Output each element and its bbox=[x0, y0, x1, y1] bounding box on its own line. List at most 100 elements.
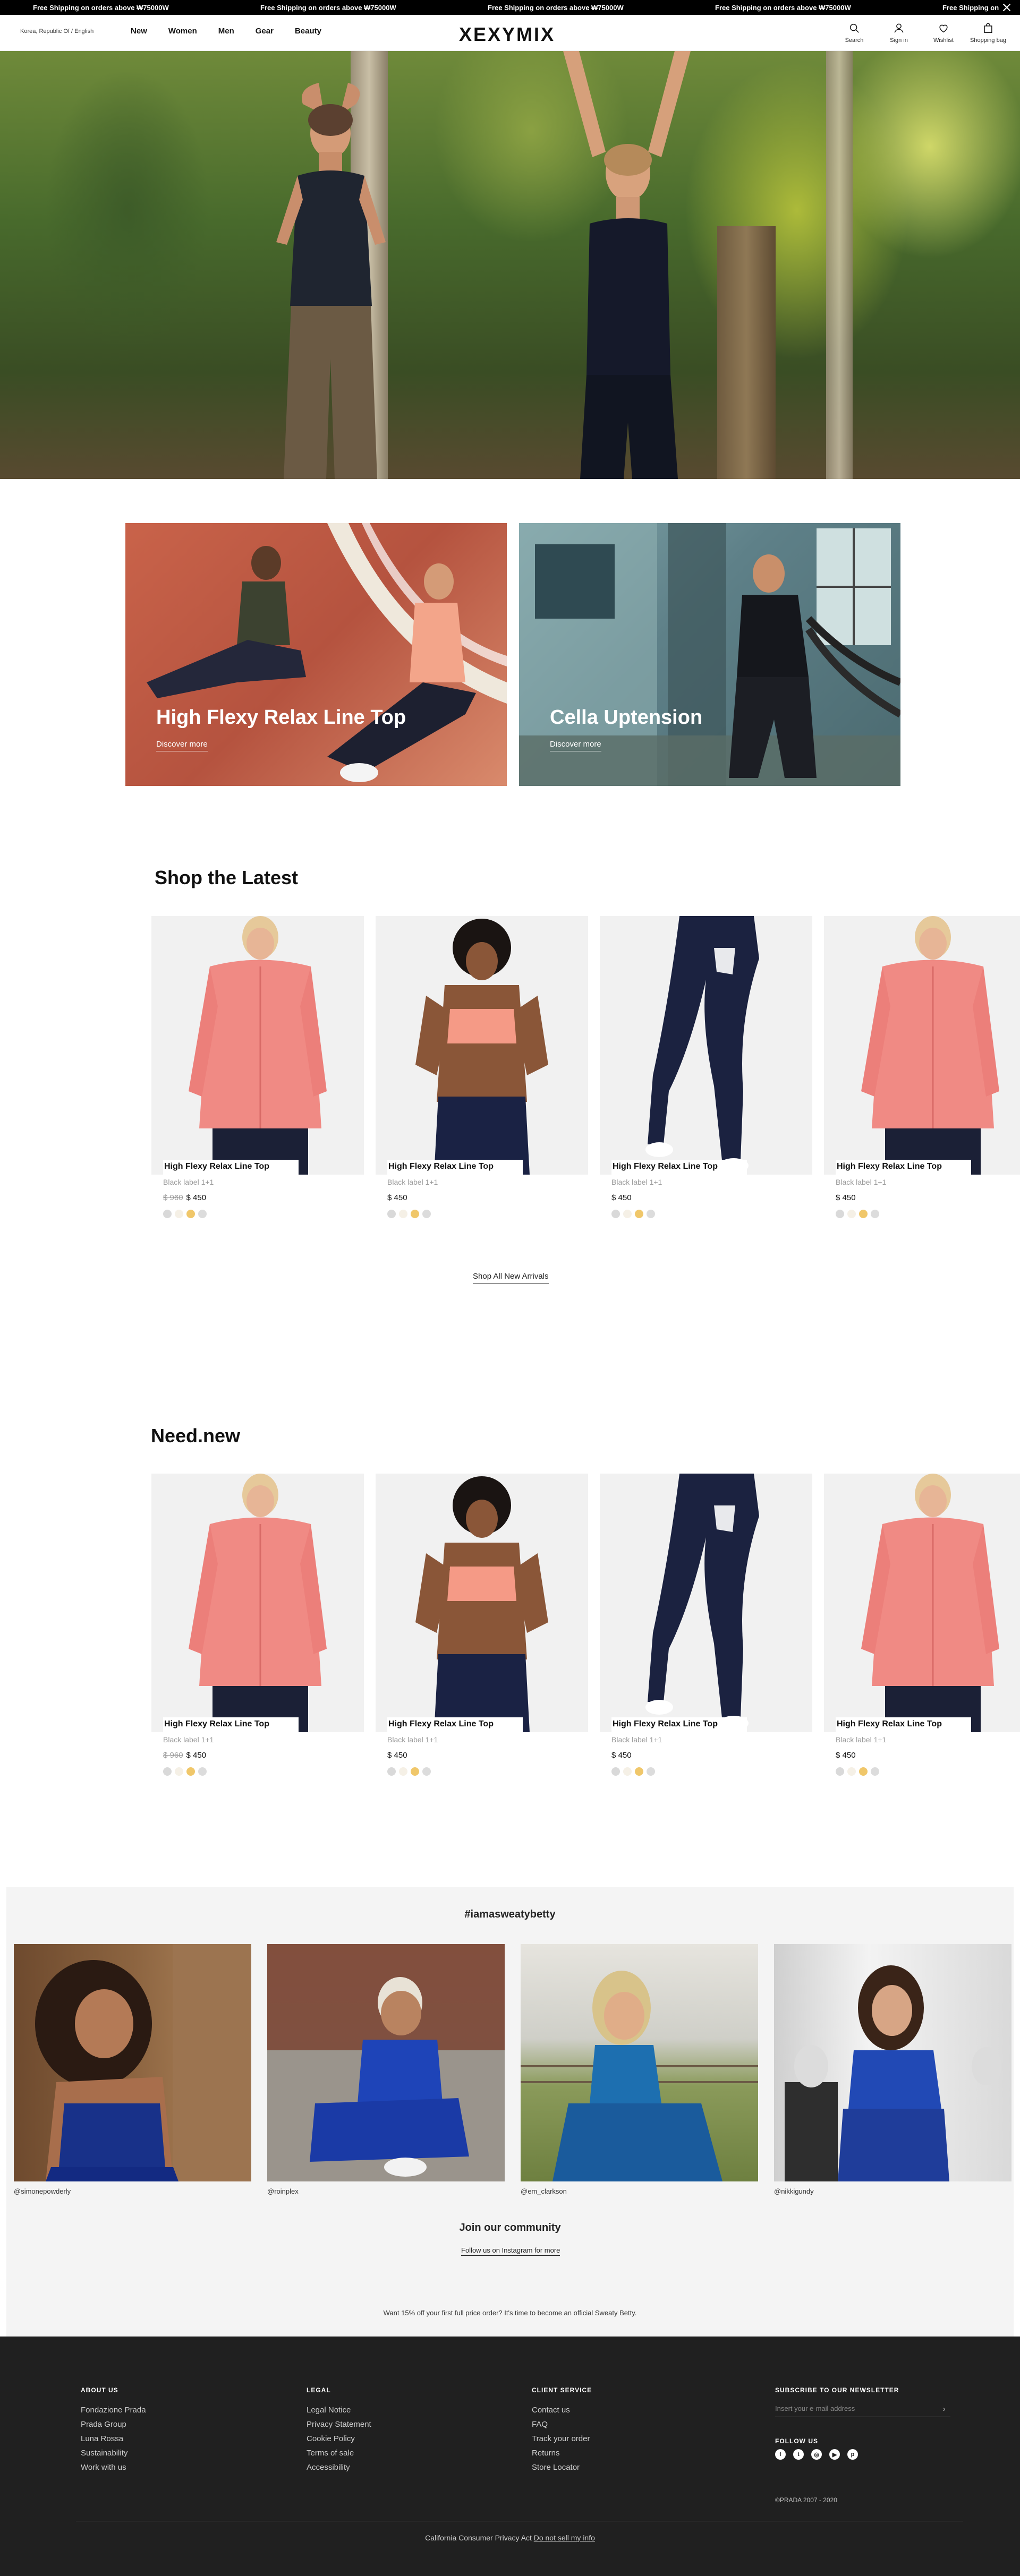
color-swatch[interactable] bbox=[836, 1767, 844, 1776]
product-card[interactable]: High Flexy Relax Line Top Black label 1+1… bbox=[151, 1474, 364, 1792]
instagram-handle[interactable]: @em_clarkson bbox=[521, 2187, 567, 2195]
color-swatch[interactable] bbox=[871, 1210, 879, 1218]
product-image[interactable] bbox=[600, 1474, 812, 1732]
close-icon[interactable] bbox=[1001, 2, 1013, 13]
product-image[interactable] bbox=[151, 1474, 364, 1732]
discover-more-link[interactable]: Discover more bbox=[156, 740, 208, 751]
footer-link[interactable]: Terms of sale bbox=[307, 2449, 371, 2458]
shop-all-new-arrivals-link[interactable]: Shop All New Arrivals bbox=[473, 1272, 549, 1283]
color-swatch[interactable] bbox=[611, 1210, 620, 1218]
product-image[interactable] bbox=[600, 916, 812, 1175]
instagram-post[interactable] bbox=[14, 1944, 251, 2181]
color-swatch[interactable] bbox=[399, 1767, 407, 1776]
instagram-handle[interactable]: @roinplex bbox=[267, 2187, 299, 2195]
product-name[interactable]: High Flexy Relax Line Top bbox=[387, 1717, 523, 1732]
footer-link[interactable]: Legal Notice bbox=[307, 2406, 371, 2415]
promo-card-cella-uptension[interactable]: Cella Uptension Discover more bbox=[519, 523, 900, 786]
nav-item-men[interactable]: Men bbox=[218, 27, 234, 36]
color-swatch[interactable] bbox=[647, 1210, 655, 1218]
instagram-post[interactable] bbox=[267, 1944, 505, 2181]
product-image[interactable] bbox=[376, 1474, 588, 1732]
footer-link[interactable]: Prada Group bbox=[81, 2420, 146, 2429]
color-swatch[interactable] bbox=[871, 1767, 879, 1776]
youtube-icon[interactable]: ▶ bbox=[829, 2449, 840, 2460]
color-swatch[interactable] bbox=[387, 1210, 396, 1218]
pinterest-icon[interactable]: p bbox=[847, 2449, 858, 2460]
twitter-icon[interactable]: t bbox=[793, 2449, 804, 2460]
product-name[interactable]: High Flexy Relax Line Top bbox=[387, 1160, 523, 1175]
product-card[interactable]: High Flexy Relax Line Top Black label 1+1… bbox=[824, 1474, 1020, 1792]
arrow-right-icon[interactable]: › bbox=[943, 2404, 946, 2413]
nav-item-women[interactable]: Women bbox=[168, 27, 197, 36]
instagram-handle[interactable]: @simonepowderly bbox=[14, 2187, 71, 2195]
color-swatch[interactable] bbox=[623, 1767, 632, 1776]
search-button[interactable]: Search bbox=[842, 22, 867, 44]
product-card[interactable]: High Flexy Relax Line Top Black label 1+1… bbox=[376, 916, 588, 1235]
product-card[interactable]: High Flexy Relax Line Top Black label 1+1… bbox=[151, 916, 364, 1235]
color-swatch[interactable] bbox=[175, 1210, 183, 1218]
product-name[interactable]: High Flexy Relax Line Top bbox=[163, 1717, 299, 1732]
color-swatch[interactable] bbox=[198, 1210, 207, 1218]
color-swatch[interactable] bbox=[399, 1210, 407, 1218]
footer-link[interactable]: Returns bbox=[532, 2449, 592, 2458]
color-swatch[interactable] bbox=[422, 1210, 431, 1218]
region-selector[interactable]: Korea, Republic Of / English bbox=[20, 28, 94, 35]
color-swatch[interactable] bbox=[411, 1210, 419, 1218]
instagram-post[interactable] bbox=[521, 1944, 758, 2181]
footer-link[interactable]: Accessibility bbox=[307, 2463, 371, 2472]
footer-link[interactable]: Store Locator bbox=[532, 2463, 592, 2472]
product-image[interactable] bbox=[376, 916, 588, 1175]
color-swatch[interactable] bbox=[422, 1767, 431, 1776]
color-swatch[interactable] bbox=[836, 1210, 844, 1218]
sign-in-button[interactable]: Sign in bbox=[886, 22, 912, 44]
product-name[interactable]: High Flexy Relax Line Top bbox=[163, 1160, 299, 1175]
color-swatch[interactable] bbox=[647, 1767, 655, 1776]
product-name[interactable]: High Flexy Relax Line Top bbox=[611, 1160, 747, 1175]
color-swatch[interactable] bbox=[387, 1767, 396, 1776]
shopping-bag-button[interactable]: Shopping bag bbox=[970, 22, 1006, 44]
color-swatch[interactable] bbox=[411, 1767, 419, 1776]
promo-card-relax-line[interactable]: High Flexy Relax Line Top Discover more bbox=[125, 523, 507, 786]
product-image[interactable] bbox=[824, 916, 1020, 1175]
footer-link[interactable]: Contact us bbox=[532, 2406, 592, 2415]
do-not-sell-link[interactable]: Do not sell my info bbox=[534, 2534, 595, 2542]
color-swatch[interactable] bbox=[198, 1767, 207, 1776]
footer-link[interactable]: Privacy Statement bbox=[307, 2420, 371, 2429]
product-card[interactable]: High Flexy Relax Line Top Black label 1+1… bbox=[600, 1474, 812, 1792]
color-swatch[interactable] bbox=[635, 1767, 643, 1776]
nav-item-gear[interactable]: Gear bbox=[256, 27, 274, 36]
product-image[interactable] bbox=[824, 1474, 1020, 1732]
color-swatch[interactable] bbox=[186, 1210, 195, 1218]
product-image[interactable] bbox=[151, 916, 364, 1175]
product-name[interactable]: High Flexy Relax Line Top bbox=[836, 1160, 971, 1175]
footer-link[interactable]: Track your order bbox=[532, 2434, 592, 2443]
hero-banner[interactable] bbox=[0, 51, 1020, 479]
footer-link[interactable]: Cookie Policy bbox=[307, 2434, 371, 2443]
instagram-handle[interactable]: @nikkigundy bbox=[774, 2187, 814, 2195]
color-swatch[interactable] bbox=[163, 1767, 172, 1776]
color-swatch[interactable] bbox=[847, 1210, 856, 1218]
footer-link[interactable]: Luna Rossa bbox=[81, 2434, 146, 2443]
instagram-icon[interactable]: ◎ bbox=[811, 2449, 822, 2460]
color-swatch[interactable] bbox=[847, 1767, 856, 1776]
color-swatch[interactable] bbox=[611, 1767, 620, 1776]
footer-link[interactable]: Sustainability bbox=[81, 2449, 146, 2458]
nav-item-new[interactable]: New bbox=[131, 27, 147, 36]
color-swatch[interactable] bbox=[859, 1767, 868, 1776]
footer-link[interactable]: Work with us bbox=[81, 2463, 146, 2472]
footer-link[interactable]: FAQ bbox=[532, 2420, 592, 2429]
newsletter-email-input[interactable]: Insert your e-mail address bbox=[775, 2404, 950, 2417]
facebook-icon[interactable]: f bbox=[775, 2449, 786, 2460]
color-swatch[interactable] bbox=[163, 1210, 172, 1218]
color-swatch[interactable] bbox=[186, 1767, 195, 1776]
footer-link[interactable]: Fondazione Prada bbox=[81, 2406, 146, 2415]
product-card[interactable]: High Flexy Relax Line Top Black label 1+1… bbox=[600, 916, 812, 1235]
product-card[interactable]: High Flexy Relax Line Top Black label 1+1… bbox=[824, 916, 1020, 1235]
color-swatch[interactable] bbox=[175, 1767, 183, 1776]
color-swatch[interactable] bbox=[859, 1210, 868, 1218]
brand-logo[interactable]: XEXYMIX bbox=[459, 23, 555, 46]
follow-instagram-link[interactable]: Follow us on Instagram for more bbox=[461, 2246, 560, 2256]
product-card[interactable]: High Flexy Relax Line Top Black label 1+1… bbox=[376, 1474, 588, 1792]
product-name[interactable]: High Flexy Relax Line Top bbox=[836, 1717, 971, 1732]
nav-item-beauty[interactable]: Beauty bbox=[295, 27, 321, 36]
